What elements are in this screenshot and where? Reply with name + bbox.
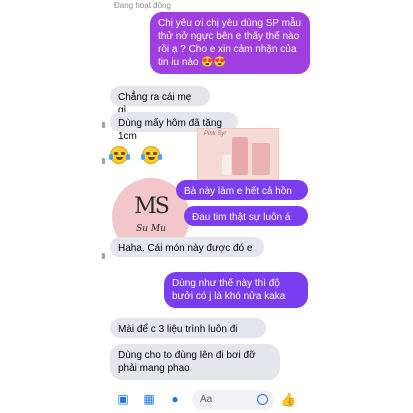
laughing-emoji-icon [141,146,162,164]
message-outgoing[interactable]: Dùng như thế này thì độ bưởi có j là khó… [164,272,308,308]
image-icon[interactable]: ▦ [142,393,156,405]
logo-mark: MS [134,194,170,219]
divider [102,253,105,259]
product-image: Pink Syr [197,128,279,180]
microphone-icon[interactable]: ● [168,393,182,405]
message-incoming[interactable]: Mài để c 3 liệu trình luôn đi [110,318,266,338]
message-outgoing[interactable]: Đau tim thật sự luôn á [184,206,308,226]
message-incoming[interactable]: Dùng cho to đùng lên đi bơi đỡ phải mang… [110,344,280,380]
active-status: Đang hoạt động [114,1,171,10]
product-tube [222,155,231,175]
logo-name: Su Mu [136,224,166,234]
emoji-icon[interactable] [257,394,268,405]
message-input[interactable]: Aa [192,390,274,410]
thumbs-up-icon[interactable]: 👍 [280,392,296,408]
message-input-placeholder: Aa [200,394,213,405]
divider [102,122,105,128]
chat-screen: Đang hoạt động Chị yêu ơi chị yêu dùng S… [100,0,314,413]
divider [102,158,105,164]
laughing-emoji-icon [109,146,130,164]
message-outgoing[interactable]: Chị yêu ơi chị yêu dùng SP mẫu thử nở ng… [150,12,310,74]
camera-icon[interactable]: ▣ [116,393,130,405]
product-label: Pink Syr [204,131,227,137]
composer-bar: ▣ ▦ ● Aa 👍 [100,385,314,413]
product-box [232,137,248,175]
message-incoming[interactable]: Haha. Cái món này được đó e [110,237,264,257]
product-box [252,143,270,175]
message-outgoing[interactable]: Bà này làm e hết cả hồn [176,180,308,200]
message-incoming[interactable]: Chẳng ra cái mẹ gì [110,86,210,116]
status-bar: Đang hoạt động [100,0,314,12]
